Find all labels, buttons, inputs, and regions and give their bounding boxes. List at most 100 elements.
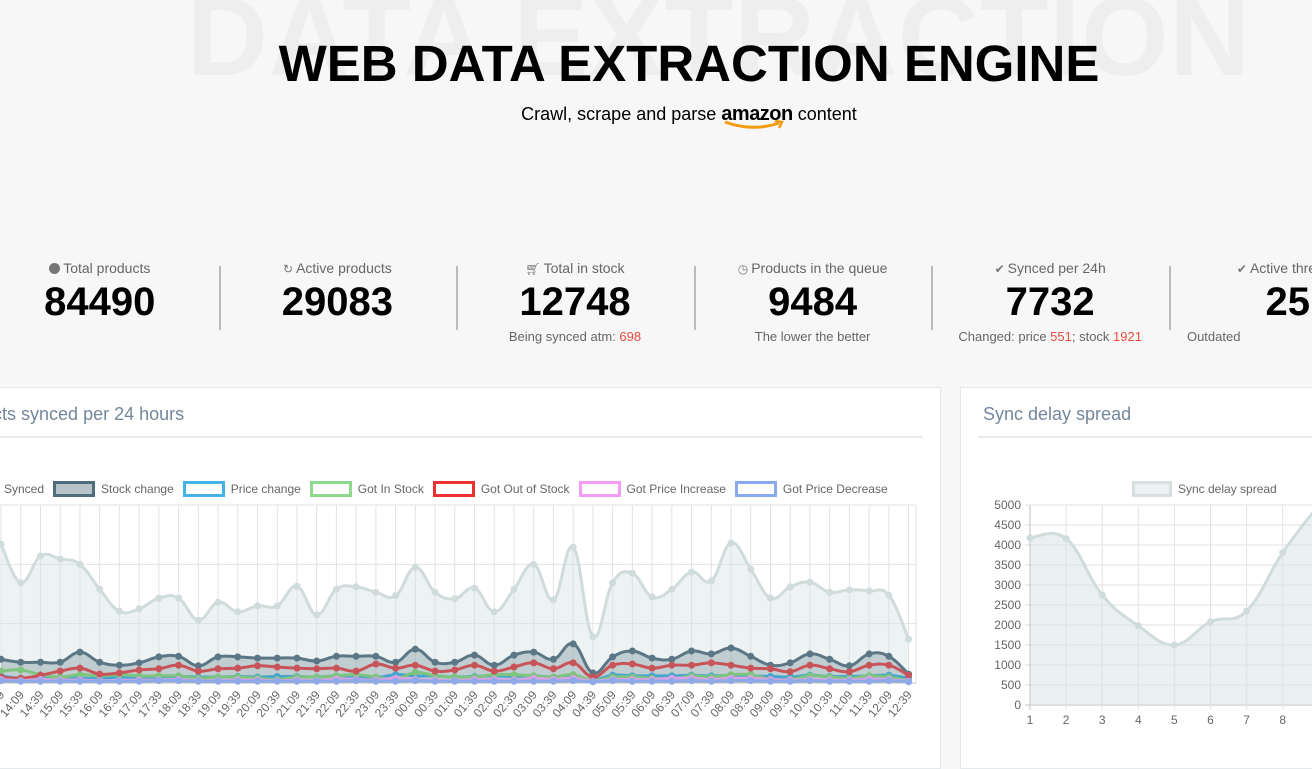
- data-point: [313, 677, 321, 685]
- data-point: [313, 665, 321, 673]
- data-point: [115, 607, 123, 615]
- sync-delay-chart: 0 500 1000 1500 2000 2500 3000 3500 4000 4500 5000…: [994, 498, 1312, 727]
- data-point: [135, 666, 143, 674]
- data-point: [273, 663, 281, 671]
- data-point: [471, 651, 479, 659]
- data-point: [115, 677, 123, 685]
- data-point: [115, 661, 123, 669]
- data-point: [293, 677, 301, 685]
- data-point: [747, 652, 755, 660]
- data-point: [411, 645, 419, 653]
- data-point: [253, 662, 261, 670]
- x-tick-label: 1: [1027, 713, 1034, 727]
- data-point: [549, 655, 557, 663]
- data-point: [411, 668, 419, 676]
- data-point: [747, 664, 755, 672]
- data-point: [431, 658, 439, 666]
- data-point: [628, 569, 636, 577]
- data-point: [96, 677, 104, 685]
- data-point: [115, 669, 123, 677]
- data-point: [530, 677, 538, 685]
- y-tick-label: 1000: [994, 658, 1021, 672]
- data-point: [1098, 591, 1106, 599]
- data-point: [648, 593, 656, 601]
- data-point: [766, 677, 774, 685]
- data-point: [471, 661, 479, 669]
- x-tick-label: 2: [1063, 713, 1070, 727]
- y-tick-label: 4000: [994, 538, 1021, 552]
- data-point: [293, 582, 301, 590]
- data-point: [609, 579, 617, 587]
- data-point: [786, 677, 794, 685]
- data-point: [194, 677, 202, 685]
- data-point: [806, 677, 814, 685]
- data-point: [135, 659, 143, 667]
- data-point: [411, 563, 419, 571]
- data-point: [313, 657, 321, 665]
- data-point: [36, 658, 44, 666]
- data-point: [707, 677, 715, 685]
- data-point: [905, 635, 913, 643]
- data-point: [431, 588, 439, 596]
- data-point: [1062, 535, 1070, 543]
- x-tick-label: 8: [1279, 713, 1286, 727]
- data-point: [727, 539, 735, 547]
- data-point: [609, 653, 617, 661]
- data-point: [589, 633, 597, 641]
- data-point: [549, 596, 557, 604]
- data-point: [451, 666, 459, 674]
- data-point: [786, 668, 794, 676]
- data-point: [352, 667, 360, 675]
- data-point: [451, 677, 459, 685]
- data-point: [530, 648, 538, 656]
- data-point: [372, 660, 380, 668]
- data-point: [826, 677, 834, 685]
- data-point: [786, 583, 794, 591]
- data-point: [175, 661, 183, 669]
- x-tick-label: 7: [1243, 713, 1250, 727]
- data-point: [214, 598, 222, 606]
- data-point: [17, 677, 25, 685]
- data-point: [96, 670, 104, 678]
- data-point: [727, 644, 735, 652]
- data-point: [609, 661, 617, 669]
- data-point: [766, 594, 774, 602]
- data-point: [727, 677, 735, 685]
- data-point: [668, 585, 676, 593]
- data-point: [845, 677, 853, 685]
- data-point: [392, 664, 400, 672]
- y-tick-label: 2000: [994, 618, 1021, 632]
- data-point: [549, 665, 557, 673]
- data-point: [905, 678, 913, 686]
- data-point: [36, 677, 44, 685]
- data-point: [56, 555, 64, 563]
- data-point: [707, 650, 715, 658]
- data-point: [688, 661, 696, 669]
- x-tick-label: 5: [1171, 713, 1178, 727]
- data-point: [806, 661, 814, 669]
- data-point: [135, 677, 143, 685]
- data-point: [372, 652, 380, 660]
- data-point: [56, 667, 64, 675]
- data-point: [431, 667, 439, 675]
- data-point: [865, 587, 873, 595]
- data-point: [845, 668, 853, 676]
- data-point: [569, 659, 577, 667]
- data-point: [411, 677, 419, 685]
- y-tick-label: 3500: [994, 558, 1021, 572]
- data-point: [1134, 622, 1142, 630]
- data-point: [253, 677, 261, 685]
- data-point: [214, 653, 222, 661]
- data-point: [36, 552, 44, 560]
- data-point: [569, 543, 577, 551]
- data-point: [707, 659, 715, 667]
- data-point: [1279, 549, 1287, 557]
- x-tick-label: 6: [1207, 713, 1214, 727]
- data-point: [194, 667, 202, 675]
- data-point: [392, 677, 400, 685]
- data-point: [510, 651, 518, 659]
- data-point: [648, 677, 656, 685]
- data-point: [569, 677, 577, 685]
- data-point: [392, 592, 400, 600]
- data-point: [530, 560, 538, 568]
